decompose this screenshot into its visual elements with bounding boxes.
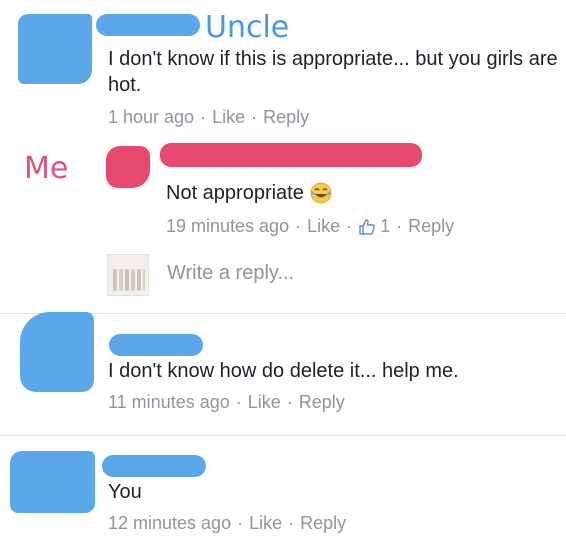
reply-link[interactable]: Reply [263, 107, 309, 128]
comment-timestamp[interactable]: 19 minutes ago [166, 216, 289, 237]
like-count-value: 1 [380, 216, 391, 236]
like-count[interactable]: 1 [358, 216, 390, 237]
comment-text: I don't know how do delete it... help me… [108, 360, 459, 382]
comment-meta: 1 hour ago · Like · Reply [108, 107, 310, 128]
comment-meta: 12 minutes ago · Like · Reply [108, 513, 347, 534]
divider [0, 435, 566, 436]
thumbs-up-icon [358, 218, 380, 236]
comment-timestamp[interactable]: 1 hour ago [108, 107, 194, 128]
comment-text: Not appropriate [166, 180, 332, 206]
comment-text: I don't know if this is appropriate... b… [108, 48, 558, 96]
like-link[interactable]: Like [212, 107, 245, 128]
reply-input[interactable]: Write a reply... [167, 262, 294, 285]
avatar-redacted[interactable] [18, 14, 92, 84]
comment-text: You [108, 481, 142, 503]
avatar-redacted[interactable] [10, 451, 95, 513]
like-link[interactable]: Like [248, 392, 281, 413]
user-avatar [107, 254, 149, 296]
comment-text-content: Not appropriate [166, 182, 304, 204]
comment-timestamp[interactable]: 11 minutes ago [108, 392, 230, 413]
laughing-emoji-icon [310, 182, 332, 204]
reply-link[interactable]: Reply [300, 513, 346, 534]
commenter-name-redacted[interactable] [102, 455, 206, 477]
comment-meta: 19 minutes ago · Like · 1 · Reply [166, 216, 455, 237]
annotation-uncle: Uncle [205, 10, 290, 45]
commenter-name-redacted[interactable] [160, 143, 422, 167]
commenter-name-redacted[interactable] [109, 334, 203, 356]
comment-meta: 11 minutes ago · Like · Reply [108, 392, 345, 413]
commenter-name-redacted[interactable] [96, 14, 200, 36]
annotation-me: Me [24, 151, 69, 186]
avatar-redacted[interactable] [106, 146, 150, 188]
reply-link[interactable]: Reply [299, 392, 345, 413]
avatar-redacted[interactable] [20, 312, 94, 392]
reply-link[interactable]: Reply [408, 216, 454, 237]
comment-timestamp[interactable]: 12 minutes ago [108, 513, 231, 534]
like-link[interactable]: Like [249, 513, 282, 534]
like-link[interactable]: Like [307, 216, 340, 237]
